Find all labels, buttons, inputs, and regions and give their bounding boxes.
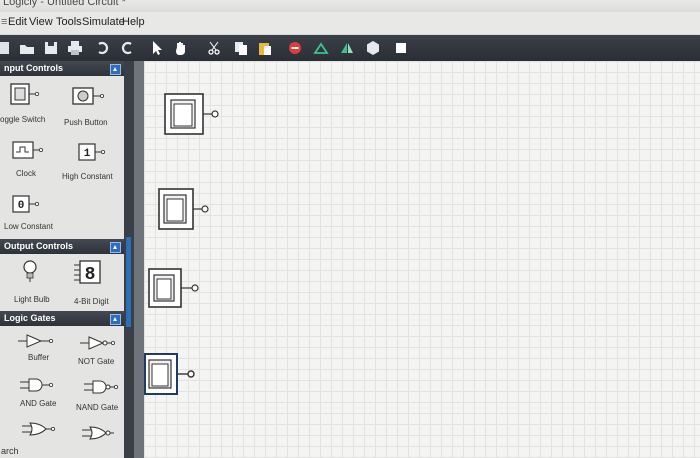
buffer-gate-label: Buffer	[28, 353, 50, 362]
pointer-icon[interactable]	[148, 39, 166, 57]
redo-icon[interactable]	[118, 39, 136, 57]
toggle-switch-icon[interactable]	[10, 83, 40, 112]
delete-icon[interactable]	[286, 39, 304, 57]
clock-icon[interactable]	[12, 141, 46, 166]
flip-icon[interactable]	[338, 39, 356, 57]
and-gate-icon[interactable]	[18, 377, 58, 398]
toggle-switch-component[interactable]	[164, 93, 220, 140]
open-icon[interactable]	[18, 39, 36, 57]
svg-text:8: 8	[85, 265, 96, 285]
component-palette: nput Controls oggle Switch Push Button C…	[0, 61, 124, 458]
chip-icon[interactable]	[392, 39, 410, 57]
section-title: Logic Gates	[4, 313, 56, 323]
new-icon[interactable]	[0, 39, 12, 57]
collapse-icon[interactable]	[110, 314, 121, 325]
paste-icon[interactable]	[256, 39, 274, 57]
scrollbar-thumb[interactable]	[126, 237, 131, 327]
menu-truncated-icon: ≡	[1, 16, 8, 28]
nand-gate-icon[interactable]	[82, 379, 122, 400]
palette-scrollbar[interactable]	[124, 61, 134, 458]
section-title: Output Controls	[4, 241, 73, 251]
four-bit-digit-icon[interactable]: 8	[72, 259, 106, 292]
copy-icon[interactable]	[232, 39, 250, 57]
low-constant-label: Low Constant	[4, 222, 53, 231]
toggle-switch-component[interactable]	[144, 353, 200, 402]
collapse-icon[interactable]	[110, 242, 121, 253]
section-header-input-controls[interactable]: nput Controls	[0, 61, 124, 76]
light-bulb-icon[interactable]	[20, 259, 44, 288]
window-title: Logicly - Untitled Circuit *	[3, 0, 126, 8]
high-constant-label: High Constant	[62, 172, 113, 181]
svg-text:1: 1	[84, 148, 91, 160]
clock-label: Clock	[16, 169, 37, 178]
hand-icon[interactable]	[172, 39, 190, 57]
and-gate-label: AND Gate	[20, 399, 57, 408]
print-icon[interactable]	[66, 39, 84, 57]
menu-edit[interactable]: Edit	[8, 16, 27, 28]
toolbar	[0, 35, 700, 61]
four-bit-digit-label: 4-Bit Digit	[74, 297, 109, 306]
not-gate-icon[interactable]	[78, 335, 118, 356]
nand-gate-label: NAND Gate	[76, 403, 119, 412]
nor-gate-icon[interactable]	[80, 425, 120, 446]
toggle-switch-component[interactable]	[158, 188, 214, 235]
toggle-switch-label: oggle Switch	[0, 115, 46, 124]
settings-icon[interactable]	[364, 39, 382, 57]
search-label[interactable]: arch	[1, 446, 19, 456]
low-constant-icon[interactable]: 0	[12, 195, 42, 220]
splitter[interactable]	[134, 61, 144, 458]
collapse-icon[interactable]	[110, 64, 121, 75]
buffer-gate-icon[interactable]	[16, 333, 56, 354]
menu-help[interactable]: Help	[122, 16, 145, 28]
section-header-output-controls[interactable]: Output Controls	[0, 239, 124, 254]
align-icon[interactable]	[312, 39, 330, 57]
light-bulb-label: Light Bulb	[14, 295, 50, 304]
svg-text:0: 0	[18, 200, 25, 212]
menu-view[interactable]: View	[29, 16, 53, 28]
cut-icon[interactable]	[206, 39, 224, 57]
circuit-canvas[interactable]	[144, 61, 700, 458]
menu-simulate[interactable]: Simulate	[82, 16, 125, 28]
high-constant-icon[interactable]: 1	[78, 143, 108, 168]
push-button-icon[interactable]	[72, 87, 106, 112]
window-title-bar: Logicly - Untitled Circuit *	[0, 0, 700, 12]
menu-bar: ≡ Edit View Tools Simulate Help	[0, 12, 700, 34]
not-gate-label: NOT Gate	[78, 357, 115, 366]
section-title: nput Controls	[4, 63, 63, 73]
undo-icon[interactable]	[94, 39, 112, 57]
or-gate-icon[interactable]	[20, 421, 60, 442]
save-icon[interactable]	[42, 39, 60, 57]
push-button-label: Push Button	[64, 118, 108, 127]
section-header-logic-gates[interactable]: Logic Gates	[0, 311, 124, 326]
menu-tools[interactable]: Tools	[56, 16, 82, 28]
toggle-switch-component[interactable]	[148, 268, 204, 313]
